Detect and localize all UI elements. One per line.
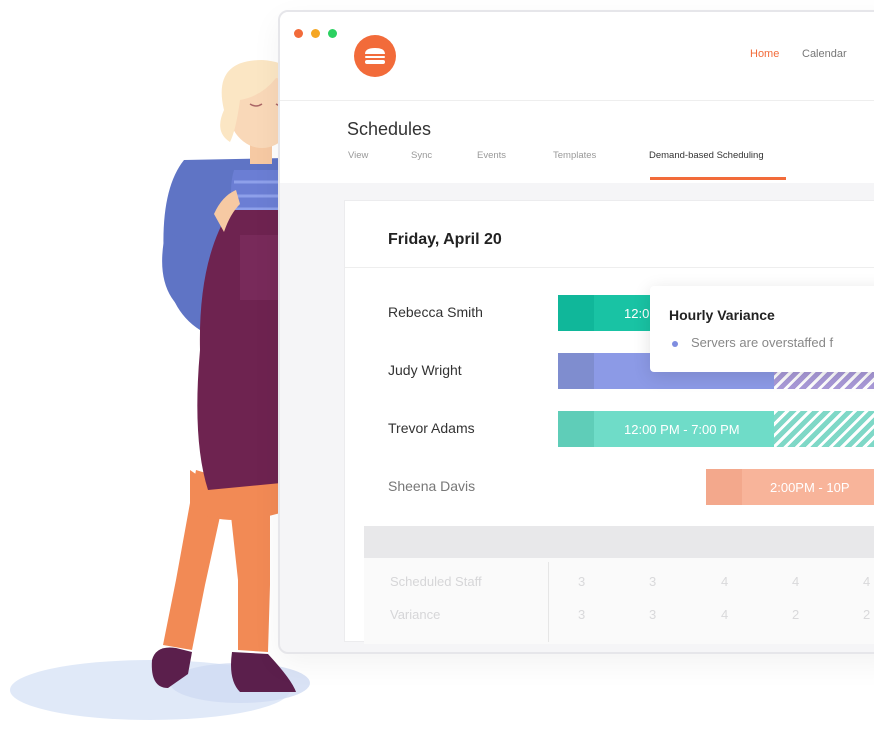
summary-label-variance: Variance xyxy=(390,607,441,622)
tab-sync[interactable]: Sync xyxy=(411,150,432,161)
summary-cell: 4 xyxy=(721,574,729,589)
hourly-variance-tooltip: Hourly Variance Servers are overstaffed … xyxy=(650,286,874,372)
summary-cell: 4 xyxy=(863,574,871,589)
employee-name-rebecca: Rebecca Smith xyxy=(388,304,483,320)
tab-demand-based-scheduling[interactable]: Demand-based Scheduling xyxy=(649,150,764,161)
minimize-window-button[interactable] xyxy=(311,29,320,38)
shift-time-label: 12:0 xyxy=(624,306,650,321)
tooltip-title: Hourly Variance xyxy=(669,307,775,323)
summary-cell: 4 xyxy=(721,607,729,622)
shift-bar-start xyxy=(706,469,742,505)
shift-bar-start xyxy=(558,295,594,331)
summary-cell: 2 xyxy=(863,607,871,622)
status-dot xyxy=(672,341,678,347)
schedule-date: Friday, April 20 xyxy=(388,231,502,248)
tab-events[interactable]: Events xyxy=(477,150,506,161)
employee-name-trevor: Trevor Adams xyxy=(388,420,475,436)
summary-cell: 2 xyxy=(792,607,800,622)
tooltip-text: Servers are overstaffed f xyxy=(691,335,834,350)
summary-header xyxy=(364,526,874,558)
nav-calendar-link[interactable]: Calendar xyxy=(802,48,847,60)
shift-time-label: 2:00PM - 10P xyxy=(770,480,850,495)
summary-cell: 3 xyxy=(649,607,657,622)
nav-home-link[interactable]: Home xyxy=(750,48,779,60)
top-bar: Home Calendar xyxy=(280,12,874,101)
employee-name-judy: Judy Wright xyxy=(388,362,462,378)
divider xyxy=(345,267,874,268)
active-tab-indicator xyxy=(650,177,786,180)
shift-time-label: 12:00 PM - 7:00 PM xyxy=(624,422,740,437)
shift-bar-start xyxy=(558,353,594,389)
shift-bar-start xyxy=(558,411,594,447)
summary-label-scheduled-staff: Scheduled Staff xyxy=(390,574,482,589)
page-title: Schedules xyxy=(347,119,432,139)
tab-view[interactable]: View xyxy=(348,150,368,161)
summary-cell: 4 xyxy=(792,574,800,589)
shift-bar-sheena[interactable]: 2:00PM - 10P xyxy=(706,469,874,505)
zoom-window-button[interactable] xyxy=(328,29,337,38)
burger-icon xyxy=(365,48,385,64)
summary-cell: 3 xyxy=(578,607,586,622)
summary-divider xyxy=(548,562,549,642)
shift-bar-trevor[interactable]: 12:00 PM - 7:00 PM xyxy=(558,411,874,447)
close-window-button[interactable] xyxy=(294,29,303,38)
summary-cell: 3 xyxy=(649,574,657,589)
summary-cell: 3 xyxy=(578,574,586,589)
employee-name-sheena: Sheena Davis xyxy=(388,478,476,494)
page-header: Schedules View Sync Events Templates Dem… xyxy=(280,101,874,183)
summary-table: Scheduled Staff Variance 3 3 4 4 4 3 3 4… xyxy=(364,558,874,644)
tab-templates[interactable]: Templates xyxy=(553,150,596,161)
app-logo[interactable] xyxy=(354,35,396,77)
variance-stripes xyxy=(774,411,874,447)
